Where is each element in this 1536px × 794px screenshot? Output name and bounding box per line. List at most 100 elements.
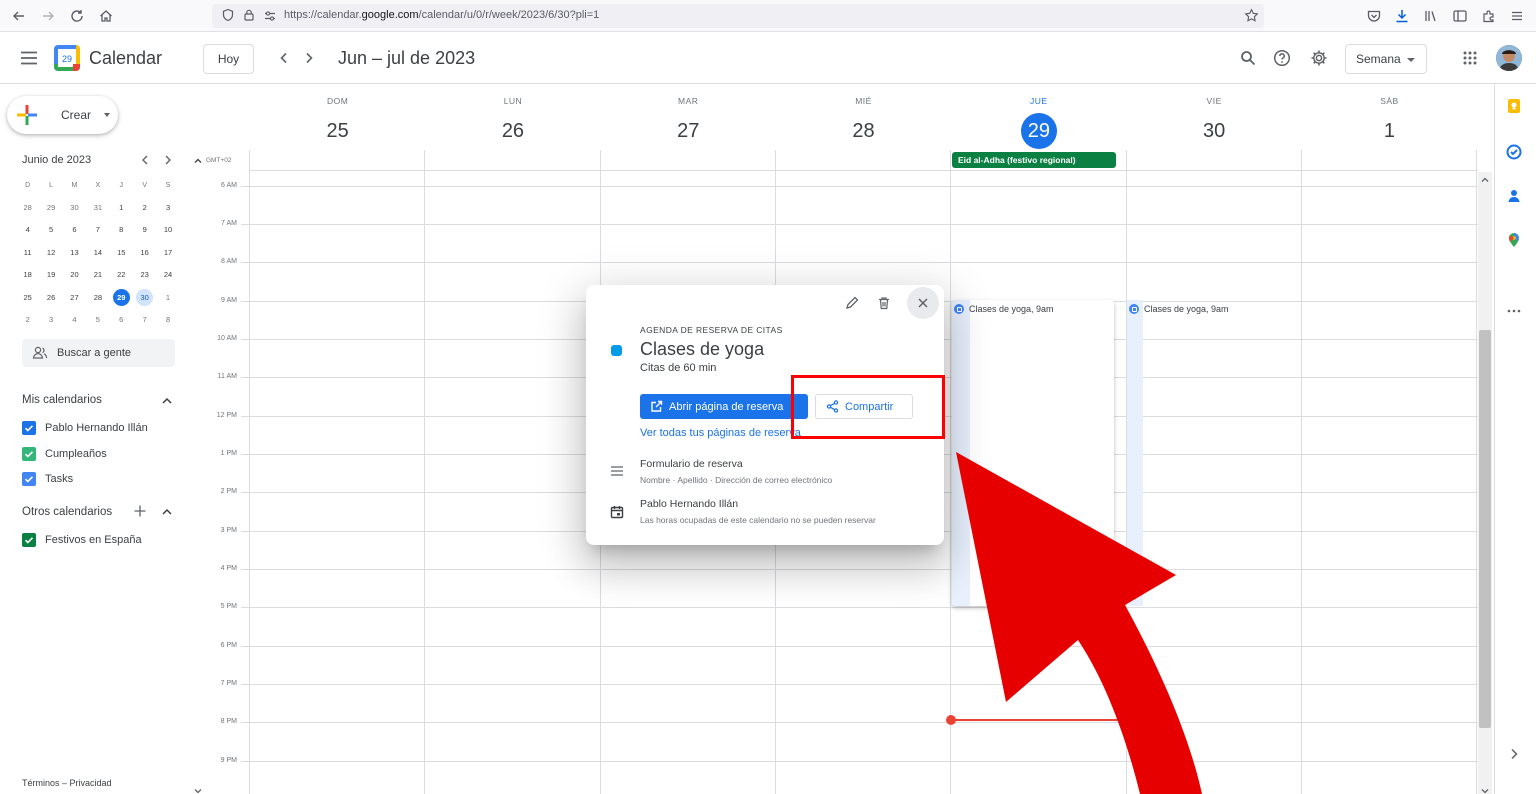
contacts-icon[interactable] [1505, 187, 1523, 205]
day-header[interactable]: VIE 30 [1127, 96, 1302, 149]
mini-calendar-day[interactable]: 16 [133, 244, 156, 261]
grid-scrollbar-thumb[interactable] [1479, 330, 1491, 728]
mini-calendar-day[interactable]: 20 [63, 266, 86, 283]
mini-calendar-day[interactable]: 1 [110, 199, 133, 216]
help-icon[interactable] [1271, 47, 1293, 69]
menu-icon[interactable] [1507, 6, 1527, 26]
maps-icon[interactable] [1505, 231, 1523, 249]
bookmark-star-icon[interactable] [1244, 8, 1259, 28]
close-icon[interactable] [907, 287, 939, 319]
mini-calendar-day[interactable]: 8 [156, 311, 179, 328]
day-header[interactable]: MIÉ 28 [776, 96, 951, 149]
mini-calendar-day[interactable]: 4 [63, 311, 86, 328]
mini-calendar-day[interactable]: 5 [39, 221, 62, 238]
mini-next-month-icon[interactable] [161, 153, 175, 167]
mini-calendar-day[interactable]: 26 [39, 289, 62, 306]
mini-calendar-day[interactable]: 29 [39, 199, 62, 216]
mini-calendar-day[interactable]: 4 [16, 221, 39, 238]
calendar-item[interactable]: Pablo Hernando Illán [22, 419, 148, 437]
mini-calendar-day[interactable]: 6 [110, 311, 133, 328]
address-bar[interactable]: https://calendar.google.com/calendar/u/0… [212, 4, 1264, 28]
previous-week-icon[interactable] [274, 48, 294, 68]
day-number[interactable]: 30 [1196, 113, 1232, 149]
footer-links[interactable]: Términos – Privacidad [22, 778, 112, 788]
mini-calendar-day[interactable]: 27 [63, 289, 86, 306]
forward-icon[interactable] [38, 6, 58, 26]
chevron-up-icon[interactable] [160, 394, 174, 408]
sidebar-scroll-down-icon[interactable] [193, 783, 203, 794]
mini-calendar-day[interactable]: 30 [136, 288, 154, 306]
mini-calendar-day[interactable]: 7 [133, 311, 156, 328]
mini-calendar-day[interactable]: 3 [156, 199, 179, 216]
settings-gear-icon[interactable] [1308, 47, 1330, 69]
search-icon[interactable] [1237, 47, 1259, 69]
extensions-icon[interactable] [1479, 6, 1499, 26]
mini-calendar-day[interactable]: 10 [156, 221, 179, 238]
mini-calendar-day[interactable]: 30 [63, 199, 86, 216]
mini-calendar-day[interactable]: 12 [39, 244, 62, 261]
next-week-icon[interactable] [299, 48, 319, 68]
mini-calendar-day[interactable]: 9 [133, 221, 156, 238]
calendar-item[interactable]: Tasks [22, 470, 73, 488]
mini-calendar-day[interactable]: 15 [110, 244, 133, 261]
checkbox-checked-icon[interactable] [22, 533, 36, 547]
my-calendars-title[interactable]: Mis calendarios [22, 394, 102, 406]
chevron-up-icon[interactable] [160, 505, 174, 519]
mini-calendar-day[interactable]: 11 [16, 244, 39, 261]
day-number[interactable]: 26 [495, 113, 531, 149]
day-header[interactable]: MAR 27 [601, 96, 776, 149]
mini-calendar-day[interactable]: 8 [110, 221, 133, 238]
library-icon[interactable] [1421, 6, 1441, 26]
view-selector[interactable]: Semana [1345, 44, 1427, 74]
url-text[interactable]: https://calendar.google.com/calendar/u/0… [284, 9, 599, 21]
booking-label-friday[interactable]: Clases de yoga, 9am [1129, 304, 1229, 314]
mini-calendar-day[interactable]: 1 [156, 289, 179, 306]
add-calendar-plus-icon[interactable] [133, 504, 147, 518]
day-number[interactable]: 29 [1020, 113, 1057, 149]
mini-calendar-day[interactable]: 7 [86, 221, 109, 238]
mini-calendar-day[interactable]: 18 [16, 266, 39, 283]
day-header[interactable]: JUE 29 [951, 96, 1126, 149]
day-header[interactable]: SÁB 1 [1302, 96, 1477, 149]
day-header[interactable]: LUN 26 [425, 96, 600, 149]
pocket-icon[interactable] [1364, 6, 1384, 26]
edit-pencil-icon[interactable] [843, 294, 861, 312]
mini-calendar-day[interactable]: 2 [16, 311, 39, 328]
checkbox-checked-icon[interactable] [22, 472, 36, 486]
collapse-allday-icon[interactable] [193, 153, 203, 163]
today-button[interactable]: Hoy [203, 44, 254, 74]
app-title[interactable]: Calendar [89, 48, 162, 69]
mini-calendar-day[interactable]: 13 [63, 244, 86, 261]
scroll-down-icon[interactable] [1480, 783, 1490, 794]
account-avatar[interactable] [1496, 45, 1522, 71]
mini-calendar-day[interactable]: 17 [156, 244, 179, 261]
tasks-icon[interactable] [1505, 143, 1523, 161]
home-icon[interactable] [96, 6, 116, 26]
lock-icon[interactable] [242, 8, 256, 27]
back-icon[interactable] [9, 6, 29, 26]
permissions-icon[interactable] [263, 9, 277, 28]
holiday-event[interactable]: Eid al-Adha (festivo regional) [952, 152, 1116, 168]
day-number[interactable]: 1 [1371, 113, 1407, 149]
mini-calendar-day[interactable]: 28 [16, 199, 39, 216]
mini-calendar-day[interactable]: 25 [16, 289, 39, 306]
day-number[interactable]: 28 [846, 113, 882, 149]
mini-calendar-day[interactable]: 24 [156, 266, 179, 283]
keep-icon[interactable] [1505, 97, 1523, 115]
sidebar-toggle-icon[interactable] [1450, 6, 1470, 26]
day-header[interactable]: DOM 25 [250, 96, 425, 149]
apps-grid-icon[interactable] [1459, 47, 1481, 69]
calendar-item[interactable]: Cumpleaños [22, 445, 107, 463]
mini-calendar-day[interactable]: 22 [110, 266, 133, 283]
mini-calendar-day[interactable]: 5 [86, 311, 109, 328]
checkbox-checked-icon[interactable] [22, 421, 36, 435]
search-people-field[interactable]: Buscar a gente [22, 339, 175, 367]
mini-calendar-day[interactable]: 14 [86, 244, 109, 261]
day-number[interactable]: 25 [320, 113, 356, 149]
calendar-logo-icon[interactable]: 29 [54, 45, 80, 71]
mini-calendar-day[interactable]: 31 [86, 199, 109, 216]
more-options-icon[interactable] [1505, 302, 1523, 320]
scroll-up-icon[interactable] [1480, 172, 1490, 182]
mini-calendar-day[interactable]: 2 [133, 199, 156, 216]
mini-calendar-day[interactable]: 19 [39, 266, 62, 283]
